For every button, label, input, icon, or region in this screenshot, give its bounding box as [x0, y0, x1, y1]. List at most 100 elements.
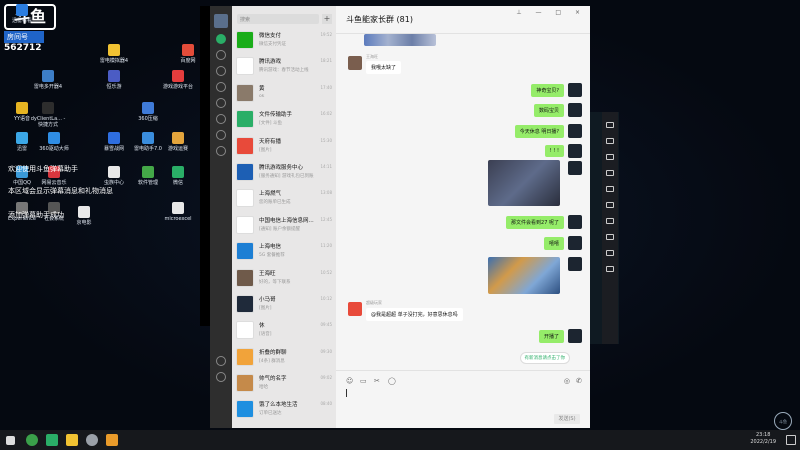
add-button[interactable]: + [322, 14, 332, 24]
search-input[interactable]: 搜索 [237, 14, 319, 24]
desktop-icon[interactable]: 暴雪战网 [96, 132, 132, 152]
message-bubble[interactable]: 开播了 [538, 330, 564, 343]
photo-message[interactable] [488, 160, 560, 206]
desktop-icon[interactable]: 迅雷 [4, 132, 40, 152]
clock[interactable]: 23:18 2022/2/19 [750, 432, 776, 446]
contacts-icon[interactable] [216, 50, 226, 60]
my-avatar [568, 236, 582, 250]
conversation-item[interactable]: 黄 ok 17:40 [232, 81, 336, 107]
conversation-preview: [通知] 账户余额提醒 [259, 226, 300, 232]
message-bubble[interactable]: ! ! ! [544, 145, 564, 157]
conversation-preview: [语音] [259, 332, 272, 338]
new-message-hint[interactable]: 有新消息请点击了你 [519, 352, 570, 364]
conversation-avatar [236, 31, 254, 49]
desktop-icon[interactable]: 360压缩 [130, 102, 166, 122]
settings-icon[interactable] [216, 372, 226, 382]
desktop-icon[interactable]: 虫族中心 [96, 166, 132, 186]
desktop-icon[interactable]: 360驱动大师 [36, 132, 72, 152]
conversation-item[interactable]: 腾讯游戏服务中心 [服务通知] 游戏礼包已到账 14:11 [232, 160, 336, 186]
emulator-tool-icon[interactable] [606, 138, 614, 144]
notification-icon[interactable] [786, 435, 796, 445]
conversation-time: 12:45 [320, 216, 332, 222]
conversation-item[interactable]: 上海燃气 您的账单已生成 13:08 [232, 186, 336, 212]
app-icon[interactable] [26, 434, 38, 446]
message-bubble[interactable]: 我哦太缺了 [366, 61, 402, 74]
conversation-preview: [4条] 群消息 [259, 358, 285, 364]
desktop-icon[interactable]: 游戏运赛 [160, 132, 196, 152]
user-avatar[interactable] [214, 14, 228, 28]
conversation-item[interactable]: 折叠的群聊 [4条] 群消息 09:30 [232, 345, 336, 371]
emulator-tool-icon[interactable] [606, 154, 614, 160]
channels-icon[interactable] [216, 114, 226, 124]
phone-icon[interactable] [216, 356, 226, 366]
conversation-item[interactable]: 天府有播 [图片] 15:30 [232, 134, 336, 160]
search-icon[interactable] [216, 130, 226, 140]
desktop-icon[interactable]: microexcel [160, 202, 196, 222]
desktop-icon-label: 游戏运赛 [167, 146, 188, 152]
emulator-tool-icon[interactable] [606, 186, 614, 192]
wechat-window: 搜索 + 微信支付 微信支付凭证 19:52 腾讯游戏 腾讯游戏：春节活动上线 18:21… [210, 6, 590, 428]
emoji-icon[interactable]: ☺ [346, 377, 353, 385]
chat-icon[interactable] [216, 34, 226, 44]
folder-icon[interactable]: ▭ [360, 377, 367, 385]
desktop-icon[interactable]: 微信 [160, 166, 196, 186]
emulator-tool-icon[interactable] [606, 202, 614, 208]
app-icon[interactable] [86, 434, 98, 446]
conversation-item[interactable]: 饿了么本地生活 订单已送达 08:40 [232, 397, 336, 423]
conversation-item[interactable]: 上海电信 5G 套餐推荐 11:20 [232, 239, 336, 265]
message-bubble[interactable]: 那文件会看到27 呢了 [506, 216, 564, 229]
conversation-item[interactable]: 小马哥 [图片] 10:12 [232, 292, 336, 318]
conversation-item[interactable]: 文件传输助手 [文件] 斗鱼 16:02 [232, 107, 336, 133]
conversation-item[interactable]: 王海旺 好的，等下联系 10:52 [232, 266, 336, 292]
message-bubble[interactable]: 数码宝贝 [533, 104, 564, 117]
desktop-icon[interactable]: 迅雷看看 [4, 4, 40, 24]
scissors-icon[interactable]: ✂ [374, 377, 380, 385]
message-bubble[interactable]: 今天休息 明日播? [514, 125, 564, 138]
emulator-tool-icon[interactable] [606, 170, 614, 176]
message-bubble[interactable]: 嘻嘻 [543, 237, 564, 250]
conversation-time: 13:08 [320, 190, 332, 196]
call-icon[interactable]: ✆ [576, 377, 582, 385]
app-icon[interactable] [66, 434, 78, 446]
desktop-icon[interactable]: dyClientLa... - 快捷方式 [30, 102, 66, 128]
conversation-time: 09:02 [320, 375, 332, 381]
app-icon [108, 44, 120, 56]
message-bubble[interactable]: 神奇宝贝? [531, 84, 564, 97]
emulator-tool-icon[interactable] [606, 122, 614, 128]
emulator-tool-icon[interactable] [606, 234, 614, 240]
conversation-avatar [236, 294, 254, 313]
chat-panel: 斗鱼能家长群 (81) ⊥ — □ × 王海旺 我哦太缺了 神奇宝贝? 数码宝贝… [336, 6, 590, 428]
desktop-icon[interactable]: 雷电多开器4 [30, 70, 66, 90]
conversation-item[interactable]: 中国电信上海信息网... [通知] 账户余额提醒 12:45 [232, 213, 336, 239]
emulator-tool-icon[interactable] [606, 218, 614, 224]
mini-program-icon[interactable] [216, 146, 226, 156]
game-screenshot-message[interactable] [488, 257, 560, 294]
desktop-icon[interactable]: 雷电模拟器4 [96, 44, 132, 64]
window-controls[interactable]: ⊥ — □ × [516, 9, 586, 16]
message-input[interactable] [346, 389, 347, 397]
moments-icon[interactable] [216, 98, 226, 108]
favorites-icon[interactable] [216, 66, 226, 76]
conversation-item[interactable]: 帅气的名字 哈哈 09:02 [232, 371, 336, 397]
wechat-taskbar-icon[interactable] [46, 434, 58, 446]
message-bubble[interactable]: @我是超超 单子没打完，好意思休息吗 [366, 308, 463, 321]
app-icon[interactable] [106, 434, 118, 446]
search-bar: 搜索 + [232, 6, 336, 28]
shared-image[interactable] [364, 34, 436, 46]
chat-history-icon[interactable]: ◯ [388, 377, 396, 385]
emulator-tool-icon[interactable] [606, 266, 614, 272]
sender-avatar[interactable] [348, 302, 362, 316]
start-icon[interactable] [6, 436, 15, 445]
conversation-item[interactable]: 腾讯游戏 腾讯游戏：春节活动上线 18:21 [232, 54, 336, 80]
send-button[interactable]: 发送(S) [554, 414, 580, 424]
desktop-icon[interactable]: 游戏游戏平台 [160, 70, 196, 90]
sender-avatar[interactable] [348, 56, 362, 70]
desktop-icon[interactable]: 京电影 [66, 206, 102, 226]
files-icon[interactable] [216, 82, 226, 92]
live-icon[interactable]: ◎ [564, 377, 570, 385]
app-icon [172, 70, 184, 82]
emulator-tool-icon[interactable] [606, 250, 614, 256]
conversation-item[interactable]: 微信支付 微信支付凭证 19:52 [232, 28, 336, 54]
conversation-item[interactable]: 休 [语音] 09:45 [232, 318, 336, 344]
desktop-icon[interactable]: 恒乐游 [96, 70, 132, 90]
